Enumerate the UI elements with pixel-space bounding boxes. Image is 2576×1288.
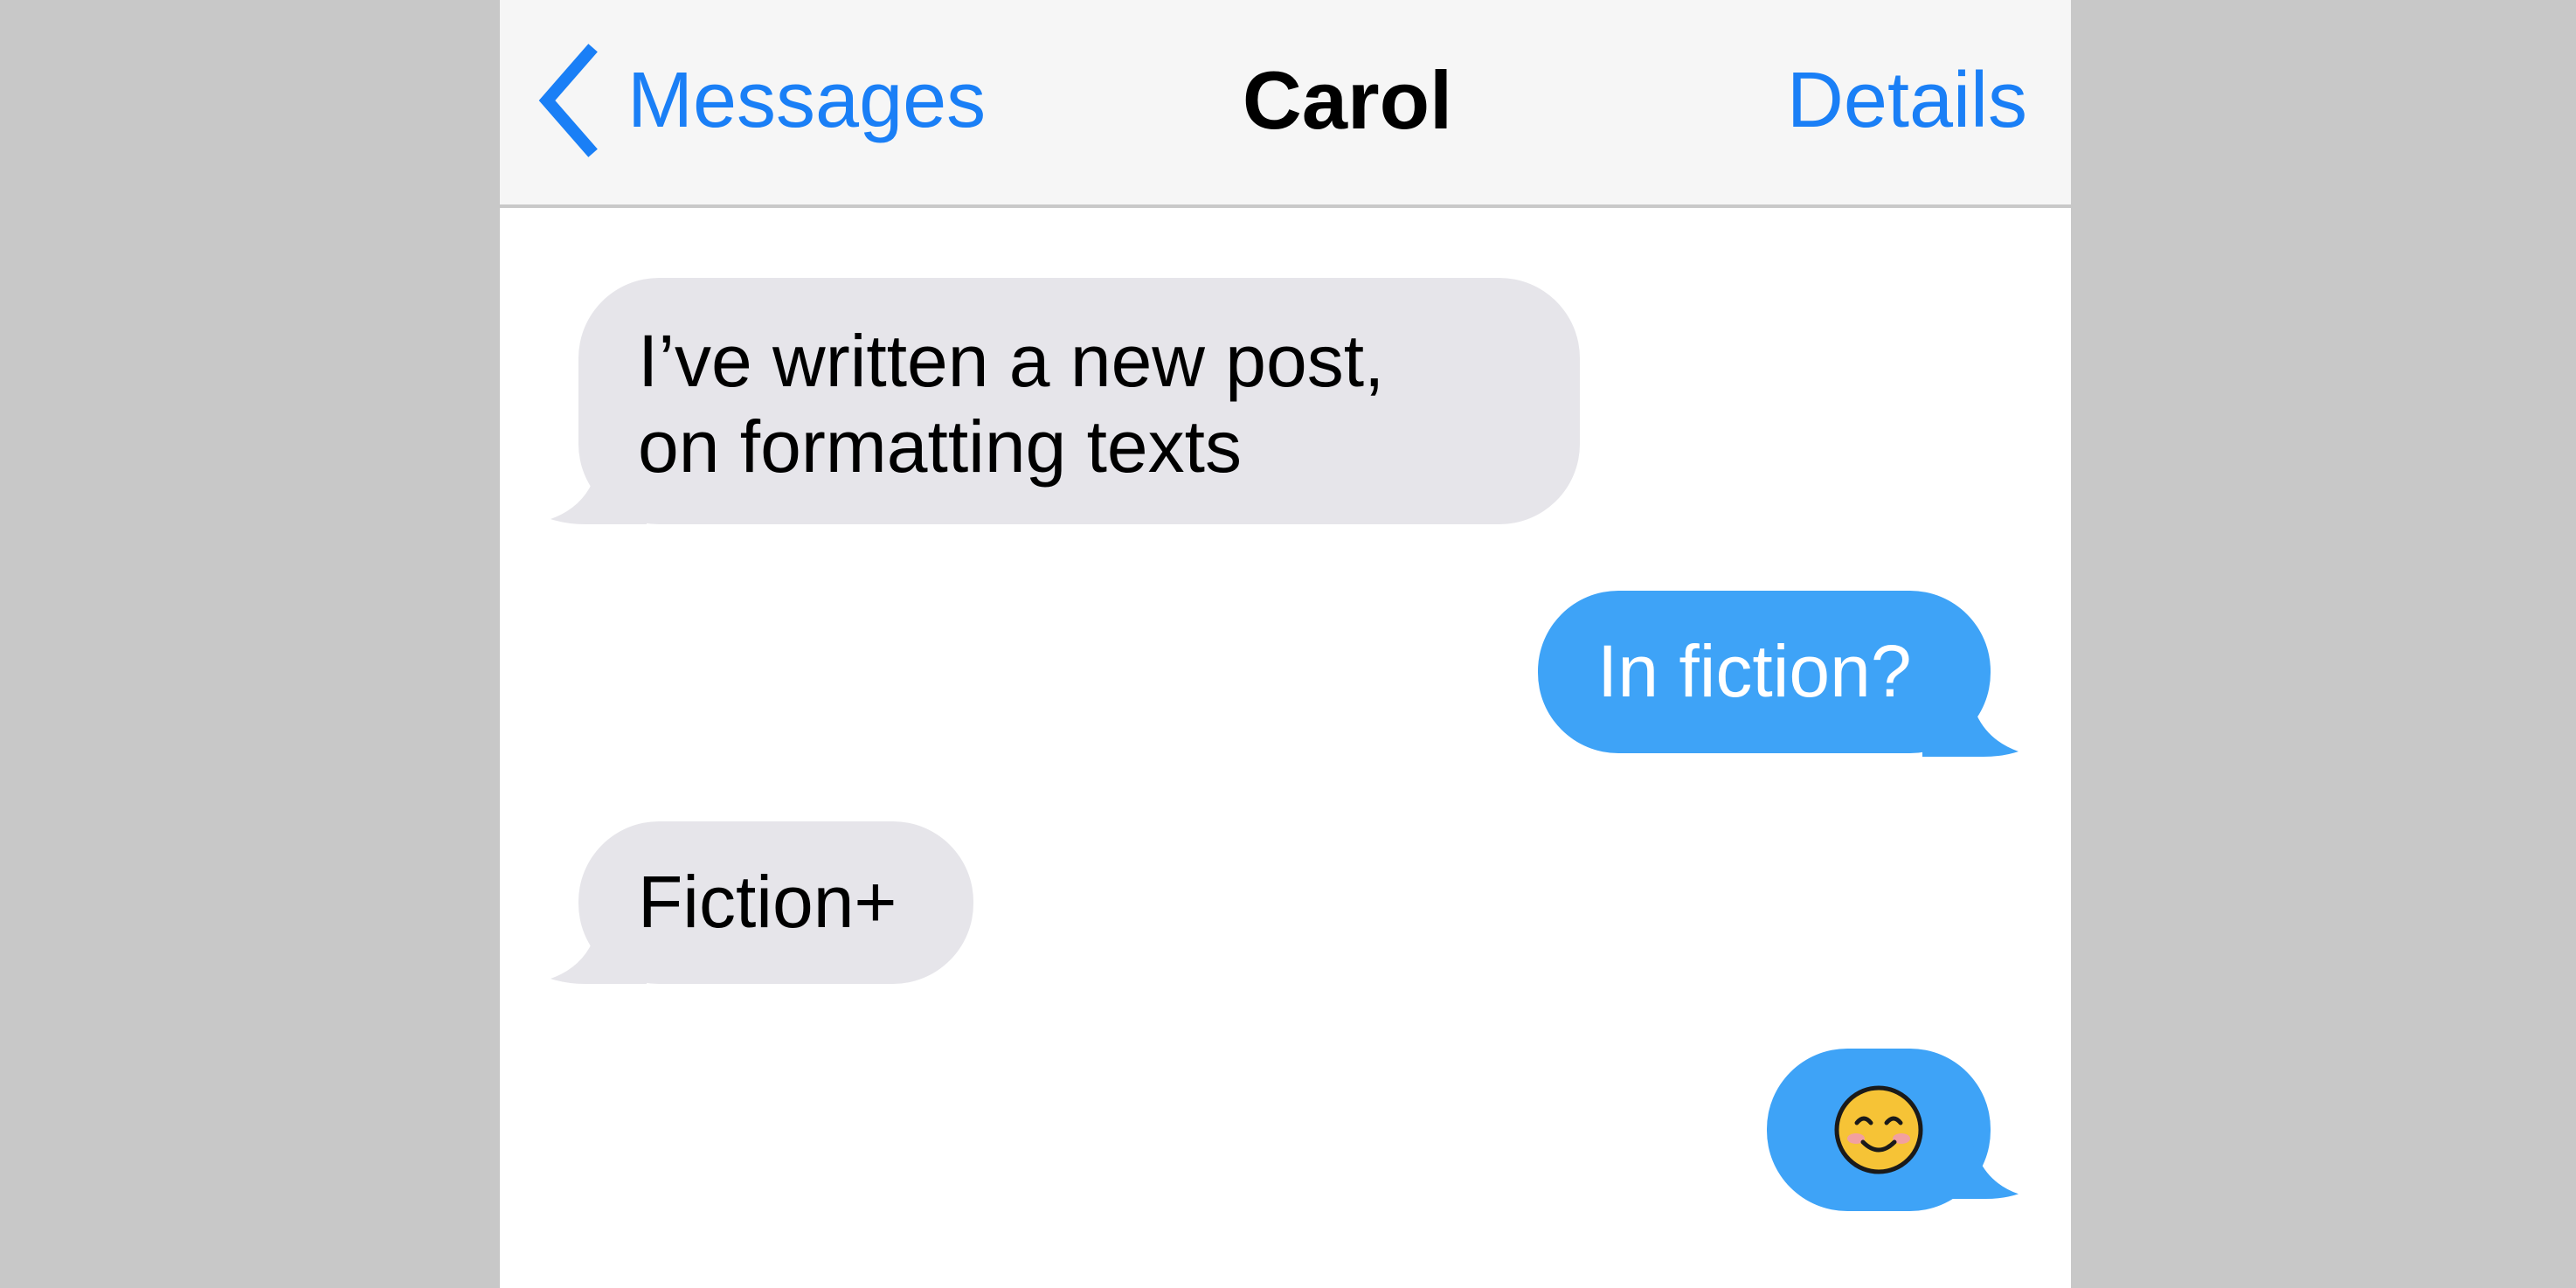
message-bubble-incoming[interactable]: Fiction+: [551, 821, 973, 984]
message-bubble-incoming[interactable]: I’ve written a new post, on formatting t…: [551, 278, 1580, 524]
message-text-line: In fiction?: [1597, 630, 1912, 712]
details-button[interactable]: Details: [1787, 0, 2027, 201]
message-bubble-outgoing[interactable]: In fiction?: [1538, 591, 2019, 757]
back-button[interactable]: Messages: [535, 35, 986, 166]
back-button-label: Messages: [627, 57, 987, 144]
message-bubble-outgoing[interactable]: [1767, 1049, 2019, 1211]
smiling-face-emoji-icon: [1834, 1085, 1923, 1174]
message-text-line: on formatting texts: [638, 405, 1242, 488]
bubble-tail: [551, 921, 647, 984]
navigation-bar: Messages Carol Details: [500, 0, 2071, 208]
message-text-line: I’ve written a new post,: [638, 320, 1385, 402]
bubble-tail: [551, 461, 647, 524]
conversation-title: Carol: [1242, 54, 1453, 146]
bubble-tail: [1922, 694, 2019, 757]
bubble-tail: [1928, 1139, 2019, 1200]
message-text-line: Fiction+: [638, 861, 897, 943]
chevron-left-icon: [538, 44, 598, 157]
messages-screen: Messages Carol Details I’ve written a ne…: [500, 0, 2071, 1288]
